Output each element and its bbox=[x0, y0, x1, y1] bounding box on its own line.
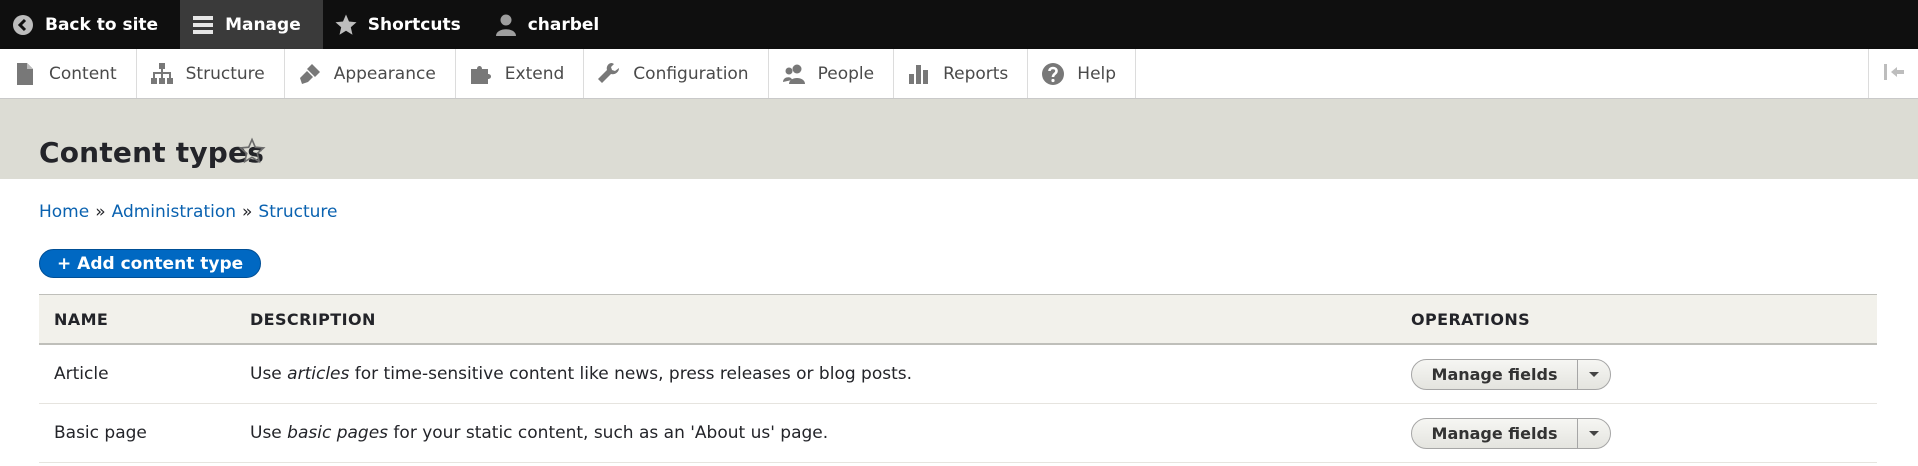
paintbrush-icon bbox=[297, 62, 323, 86]
hamburger-icon bbox=[191, 13, 215, 37]
breadcrumb-home[interactable]: Home bbox=[39, 202, 89, 222]
description-emphasis: articles bbox=[287, 364, 350, 384]
page-title: Content types bbox=[39, 136, 265, 169]
column-header-operations: OPERATIONS bbox=[1411, 309, 1531, 329]
page-header: Content types bbox=[0, 99, 1918, 179]
dropbutton-toggle[interactable] bbox=[1578, 419, 1610, 448]
manage-label: Manage bbox=[225, 14, 301, 35]
tray-item-reports[interactable]: Reports bbox=[894, 49, 1029, 98]
tray-item-people[interactable]: People bbox=[769, 49, 895, 98]
user-label: charbel bbox=[527, 14, 600, 35]
operations-cell: Manage fields bbox=[1411, 417, 1877, 449]
toolbar-bar: Back to site Manage Shortcuts charbel bbox=[0, 0, 1918, 49]
description-text: Use bbox=[250, 423, 288, 443]
content-type-name: Basic page bbox=[54, 423, 147, 443]
tray-item-label: Structure bbox=[185, 63, 265, 84]
help-icon bbox=[1040, 62, 1066, 86]
content-type-description: Use basic pages for your static content,… bbox=[250, 423, 1411, 443]
tray-item-extend[interactable]: Extend bbox=[456, 49, 585, 98]
column-header-description: DESCRIPTION bbox=[250, 309, 376, 329]
tray-item-label: Appearance bbox=[333, 63, 436, 84]
tray-item-structure[interactable]: Structure bbox=[137, 49, 285, 98]
tray-item-label: Reports bbox=[943, 63, 1009, 84]
breadcrumb-separator: » bbox=[242, 202, 253, 222]
tray-item-content[interactable]: Content bbox=[0, 49, 137, 98]
operations-dropbutton: Manage fields bbox=[1411, 358, 1611, 390]
file-icon bbox=[12, 62, 38, 86]
chevron-left-circle-icon bbox=[11, 13, 35, 37]
add-content-type-button[interactable]: + Add content type bbox=[39, 249, 262, 278]
puzzle-icon bbox=[468, 62, 494, 86]
people-icon bbox=[781, 62, 807, 86]
content-type-name: Article bbox=[54, 364, 109, 384]
tray-item-help[interactable]: Help bbox=[1028, 49, 1137, 98]
content-types-table: NAME DESCRIPTION OPERATIONS Article Use … bbox=[39, 294, 1877, 463]
collapse-left-icon bbox=[1883, 63, 1905, 85]
breadcrumb-separator: » bbox=[95, 202, 106, 222]
user-tab[interactable]: charbel bbox=[483, 0, 622, 49]
breadcrumb: Home» Administration» Structure bbox=[39, 202, 338, 222]
sitemap-icon bbox=[149, 62, 175, 86]
caret-down-icon bbox=[1588, 364, 1600, 384]
tray-item-configuration[interactable]: Configuration bbox=[584, 49, 769, 98]
shortcuts-tab[interactable]: Shortcuts bbox=[323, 0, 483, 49]
breadcrumb-structure[interactable]: Structure bbox=[258, 202, 337, 222]
wrench-icon bbox=[596, 62, 622, 86]
bar-chart-icon bbox=[906, 62, 932, 86]
user-icon bbox=[494, 13, 518, 37]
tray-item-label: People bbox=[817, 63, 875, 84]
tray-item-label: Configuration bbox=[633, 63, 749, 84]
tray-orientation-toggle[interactable] bbox=[1868, 49, 1918, 98]
add-shortcut-star-icon[interactable] bbox=[238, 137, 266, 165]
shortcuts-label: Shortcuts bbox=[367, 14, 461, 35]
back-to-site-link[interactable]: Back to site bbox=[0, 0, 180, 49]
dropbutton-toggle[interactable] bbox=[1578, 360, 1610, 389]
manage-fields-button[interactable]: Manage fields bbox=[1412, 359, 1578, 389]
manage-tab[interactable]: Manage bbox=[180, 0, 323, 49]
operations-dropbutton: Manage fields bbox=[1411, 417, 1611, 449]
description-emphasis: basic pages bbox=[287, 423, 389, 443]
content-type-description: Use articles for time-sensitive content … bbox=[250, 364, 1411, 384]
back-to-site-label: Back to site bbox=[45, 14, 159, 35]
breadcrumb-administration[interactable]: Administration bbox=[112, 202, 236, 222]
description-text: for your static content, such as an 'Abo… bbox=[388, 423, 829, 443]
table-header: NAME DESCRIPTION OPERATIONS bbox=[39, 294, 1877, 345]
tray-item-label: Content bbox=[49, 63, 117, 84]
description-text: Use bbox=[250, 364, 288, 384]
table-row: Basic page Use basic pages for your stat… bbox=[39, 404, 1877, 463]
description-text: for time-sensitive content like news, pr… bbox=[349, 364, 913, 384]
tray-item-label: Help bbox=[1077, 63, 1117, 84]
table-row: Article Use articles for time-sensitive … bbox=[39, 345, 1877, 404]
tray-item-label: Extend bbox=[504, 63, 565, 84]
column-header-name: NAME bbox=[54, 309, 109, 329]
manage-fields-button[interactable]: Manage fields bbox=[1412, 418, 1578, 448]
operations-cell: Manage fields bbox=[1411, 358, 1877, 390]
admin-menu-tray: Content Structure Appearance Extend Conf… bbox=[0, 49, 1918, 99]
tray-item-appearance[interactable]: Appearance bbox=[285, 49, 456, 98]
star-icon bbox=[334, 13, 358, 37]
caret-down-icon bbox=[1588, 423, 1600, 443]
